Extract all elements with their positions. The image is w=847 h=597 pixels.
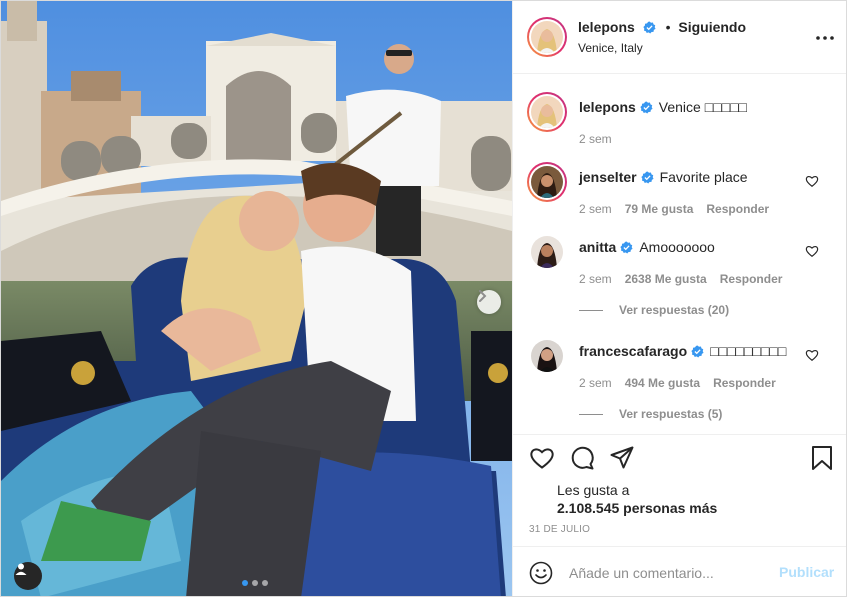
comment-text-line: jenselter Favorite place [579,168,809,186]
comment-time[interactable]: 2 sem [579,272,612,286]
replies-divider [579,414,603,416]
heart-icon[interactable] [529,445,555,471]
author-avatar[interactable] [527,17,567,57]
liked-by-count[interactable]: 2.108.545 personas más [557,499,717,517]
verified-badge-icon [640,101,653,114]
comment-like-heart-icon[interactable] [805,244,819,258]
replies-divider [579,310,603,312]
verified-badge-icon [643,21,656,34]
post-location[interactable]: Venice, Italy [578,41,643,55]
comment-likes[interactable]: 494 Me gusta [625,376,700,390]
comment-avatar[interactable] [531,340,563,372]
user-tags-button[interactable] [14,562,42,590]
user-tag-icon [15,563,27,575]
comment-meta: 2 sem 494 Me gusta Responder [579,376,789,390]
caption-username[interactable]: lelepons [579,99,636,115]
bookmark-icon[interactable] [809,445,835,471]
comment-likes[interactable]: 2638 Me gusta [625,272,707,286]
emoji-icon[interactable] [529,561,553,585]
avatar-image [531,21,563,53]
view-replies-label: Ver respuestas (5) [619,407,723,421]
add-comment-bar: Publicar [513,546,846,596]
post-details-panel: lelepons • Siguiendo Venice, Italy lelep… [512,1,846,596]
carousel-next-button[interactable] [477,290,501,314]
reply-button[interactable]: Responder [720,272,783,286]
post-photo-illustration [1,1,512,596]
following-button[interactable]: Siguiendo [678,19,746,35]
avatar-image [531,166,563,198]
view-replies-button[interactable]: Ver respuestas (5) [579,407,722,421]
likes-summary[interactable]: Les gusta a 2.108.545 personas más [557,481,717,517]
instagram-post: lelepons • Siguiendo Venice, Italy lelep… [0,0,847,597]
view-replies-label: Ver respuestas (20) [619,303,730,317]
comment-like-heart-icon[interactable] [805,174,819,188]
carousel-dot [252,580,258,586]
comment-meta: 2 sem 79 Me gusta Responder [579,202,782,216]
publish-button[interactable]: Publicar [779,564,834,580]
comment-avatar[interactable] [527,162,567,202]
comment-text-line: anitta Amooooooo [579,238,809,256]
author-username[interactable]: lelepons [578,19,635,35]
reply-button[interactable]: Responder [713,376,776,390]
header-separator: • [665,19,671,35]
avatar-image [531,96,563,128]
comment-username[interactable]: jenselter [579,169,637,185]
reply-button[interactable]: Responder [706,202,769,216]
comments-list[interactable]: lelepons Venice □□□□□ 2 sem jenselter Fa… [513,74,846,434]
comment-body: Amooooooo [639,239,715,255]
post-header: lelepons • Siguiendo Venice, Italy [513,1,846,74]
caption-avatar[interactable] [527,92,567,132]
carousel-dot-active [242,580,248,586]
view-replies-button[interactable]: Ver respuestas (20) [579,303,729,317]
more-options-icon[interactable] [813,27,837,47]
caption-meta: 2 sem [579,132,625,146]
comment-username[interactable]: francescafarago [579,343,687,359]
header-user-line: lelepons • Siguiendo [578,19,746,35]
comment-username[interactable]: anitta [579,239,616,255]
avatar-image [531,236,563,268]
carousel-indicator [242,580,268,586]
verified-badge-icon [620,241,633,254]
post-photo[interactable] [1,1,512,596]
comment-body: Favorite place [659,169,748,185]
caption-time[interactable]: 2 sem [579,132,612,146]
comment-avatar[interactable] [531,236,563,268]
verified-badge-icon [691,345,704,358]
comment-text-line: francescafarago □□□□□□□□□ [579,342,809,360]
avatar-image [531,340,563,372]
post-actions: Les gusta a 2.108.545 personas más 31 DE… [513,434,846,546]
share-icon[interactable] [609,445,635,471]
comment-input[interactable] [569,561,769,585]
comment-meta: 2 sem 2638 Me gusta Responder [579,272,795,286]
comment-time[interactable]: 2 sem [579,376,612,390]
verified-badge-icon [640,171,654,184]
comment-icon[interactable] [569,445,595,471]
comment-likes[interactable]: 79 Me gusta [625,202,694,216]
post-date[interactable]: 31 DE JULIO [529,524,590,535]
comment-time[interactable]: 2 sem [579,202,612,216]
carousel-dot [262,580,268,586]
caption-text-line: lelepons Venice □□□□□ [579,98,809,116]
comment-body: □□□□□□□□□ [710,343,787,359]
caption-body: Venice □□□□□ [658,99,748,115]
chevron-right-icon [479,290,487,302]
liked-by-prefix: Les gusta a [557,482,630,498]
comment-like-heart-icon[interactable] [805,348,819,362]
